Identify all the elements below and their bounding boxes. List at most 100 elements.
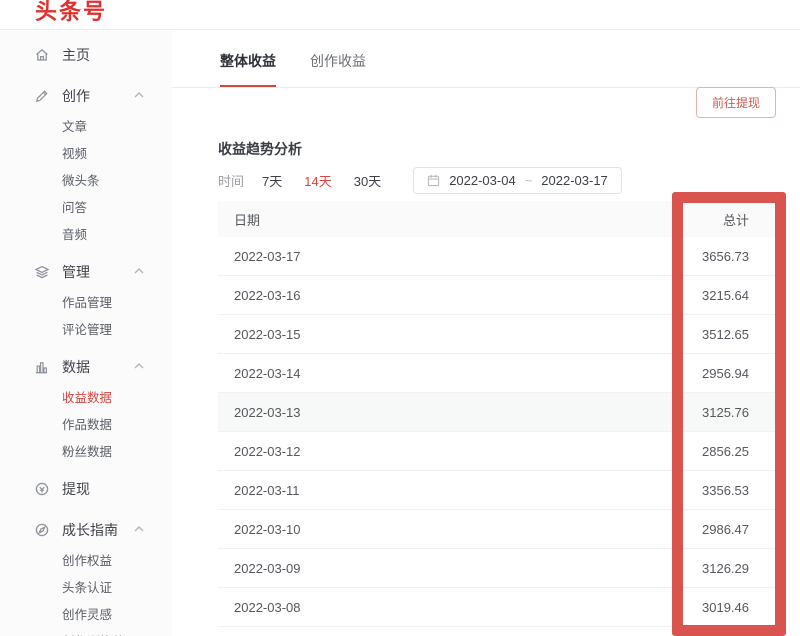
sidebar-subitem-label: 评论管理: [62, 319, 112, 338]
chevron-up-icon[interactable]: [134, 268, 144, 274]
cell-total: 2956.94: [635, 366, 785, 381]
sidebar-item-creation-rights[interactable]: 创作权益: [0, 546, 172, 573]
sidebar-item-fans-data[interactable]: 粉丝数据: [0, 437, 172, 464]
home-icon: [34, 47, 50, 63]
sidebar-subitem-label: 创作灵感: [62, 604, 112, 623]
table-row[interactable]: 2022-03-17 3656.73: [218, 237, 785, 276]
layers-icon: [34, 264, 50, 280]
sidebar-item-label: 数据: [62, 357, 90, 377]
top-bar: 头条号: [0, 0, 800, 30]
sidebar-item-withdraw[interactable]: 提现: [0, 473, 172, 505]
compass-icon: [34, 522, 50, 538]
sidebar-item-videos[interactable]: 视频: [0, 139, 172, 166]
coin-icon: [34, 481, 50, 497]
table-row[interactable]: 2022-03-08 3019.46: [218, 588, 785, 627]
go-withdraw-button[interactable]: 前往提现: [696, 87, 776, 118]
table-row[interactable]: 2022-03-09 3126.29: [218, 549, 785, 588]
filter-7days[interactable]: 7天: [262, 171, 282, 190]
filter-30days[interactable]: 30天: [354, 171, 381, 190]
time-filter-row: 时间 7天 14天 30天 2022-03-04 ~ 2022-03-17: [218, 167, 622, 194]
cell-total: 3215.64: [635, 288, 785, 303]
revenue-table: 日期 总计 2022-03-17 3656.73 2022-03-16 3215…: [218, 201, 785, 627]
sidebar-item-label: 管理: [62, 262, 90, 282]
table-row[interactable]: 2022-03-11 3356.53: [218, 471, 785, 510]
time-filter-label: 时间: [218, 171, 244, 190]
table-row[interactable]: 2022-03-10 2986.47: [218, 510, 785, 549]
cell-total: 3019.46: [635, 600, 785, 615]
sidebar-item-label: 成长指南: [62, 520, 118, 540]
cell-total: 3356.53: [635, 483, 785, 498]
sidebar-item-content-data[interactable]: 作品数据: [0, 410, 172, 437]
sidebar-item-data[interactable]: 数据: [0, 351, 172, 383]
sidebar-subitem-label: 作品数据: [62, 414, 112, 433]
cell-date: 2022-03-14: [218, 366, 635, 381]
cell-total: 3126.29: [635, 561, 785, 576]
cell-date: 2022-03-11: [218, 483, 635, 498]
sidebar-item-label: 提现: [62, 479, 90, 499]
cell-total: 2856.25: [635, 444, 785, 459]
table-row[interactable]: 2022-03-13 3125.76: [218, 393, 785, 432]
calendar-icon: [427, 174, 440, 187]
sidebar-item-audio[interactable]: 音频: [0, 220, 172, 247]
sidebar-item-manage[interactable]: 管理: [0, 256, 172, 288]
tab-overall-revenue[interactable]: 整体收益: [220, 51, 276, 87]
cell-total: 2986.47: [635, 522, 785, 537]
sidebar-subitem-label: 视频: [62, 143, 87, 162]
main-content: 整体收益 创作收益 前往提现 收益趋势分析 时间 7天 14天 30天 2022…: [172, 31, 800, 636]
cell-date: 2022-03-15: [218, 327, 635, 342]
table-row[interactable]: 2022-03-14 2956.94: [218, 354, 785, 393]
sidebar-item-creation-camp[interactable]: 创作训练营: [0, 627, 172, 636]
date-range-start: 2022-03-04: [449, 173, 516, 188]
sidebar-item-content-manage[interactable]: 作品管理: [0, 288, 172, 315]
sidebar-item-toutiao-certification[interactable]: 头条认证: [0, 573, 172, 600]
chevron-up-icon[interactable]: [134, 92, 144, 98]
section-title: 收益趋势分析: [218, 139, 302, 159]
pencil-icon: [34, 88, 50, 104]
cell-date: 2022-03-09: [218, 561, 635, 576]
sidebar-item-creation-inspiration[interactable]: 创作灵感: [0, 600, 172, 627]
bar-chart-icon: [34, 359, 50, 375]
sidebar-subitem-label: 作品管理: [62, 292, 112, 311]
cell-date: 2022-03-13: [218, 405, 635, 420]
chevron-up-icon[interactable]: [134, 526, 144, 532]
tab-creation-revenue[interactable]: 创作收益: [310, 51, 366, 87]
sidebar-subitem-label: 创作训练营: [62, 631, 125, 636]
sidebar-subitem-label: 粉丝数据: [62, 441, 112, 460]
sidebar-item-micro-headlines[interactable]: 微头条: [0, 166, 172, 193]
table-row[interactable]: 2022-03-15 3512.65: [218, 315, 785, 354]
sidebar-subitem-label: 创作权益: [62, 550, 112, 569]
column-header-total: 总计: [635, 210, 785, 229]
sidebar-item-revenue-data[interactable]: 收益数据: [0, 383, 172, 410]
sidebar-subitem-label: 文章: [62, 116, 87, 135]
column-header-date: 日期: [218, 210, 635, 229]
table-row[interactable]: 2022-03-16 3215.64: [218, 276, 785, 315]
cell-total: 3512.65: [635, 327, 785, 342]
cell-date: 2022-03-10: [218, 522, 635, 537]
sidebar-item-label: 创作: [62, 86, 90, 106]
sidebar-subitem-label: 微头条: [62, 170, 100, 189]
sidebar-item-articles[interactable]: 文章: [0, 112, 172, 139]
filter-14days[interactable]: 14天: [304, 171, 331, 190]
sidebar-item-qa[interactable]: 问答: [0, 193, 172, 220]
sidebar-item-comment-manage[interactable]: 评论管理: [0, 315, 172, 342]
date-range-picker[interactable]: 2022-03-04 ~ 2022-03-17: [413, 167, 622, 194]
cell-total: 3125.76: [635, 405, 785, 420]
sidebar: 主页 创作 文章 视频 微头条 问答 音频 管理 作品管理 评论管理 数据 收益…: [0, 31, 172, 636]
toutiao-logo[interactable]: 头条号: [35, 0, 107, 26]
sidebar-item-home[interactable]: 主页: [0, 39, 172, 71]
cell-date: 2022-03-08: [218, 600, 635, 615]
table-row[interactable]: 2022-03-12 2856.25: [218, 432, 785, 471]
cell-date: 2022-03-16: [218, 288, 635, 303]
sidebar-subitem-label: 头条认证: [62, 577, 112, 596]
sidebar-item-label: 主页: [62, 45, 90, 65]
cell-total: 3656.73: [635, 249, 785, 264]
date-range-separator: ~: [525, 173, 533, 188]
table-header-row: 日期 总计: [218, 201, 785, 237]
chevron-up-icon[interactable]: [134, 363, 144, 369]
sidebar-item-create[interactable]: 创作: [0, 80, 172, 112]
revenue-tab-bar: 整体收益 创作收益: [172, 31, 800, 88]
sidebar-subitem-label: 问答: [62, 197, 87, 216]
date-range-end: 2022-03-17: [541, 173, 608, 188]
sidebar-item-growth-guide[interactable]: 成长指南: [0, 514, 172, 546]
sidebar-subitem-label: 音频: [62, 224, 87, 243]
